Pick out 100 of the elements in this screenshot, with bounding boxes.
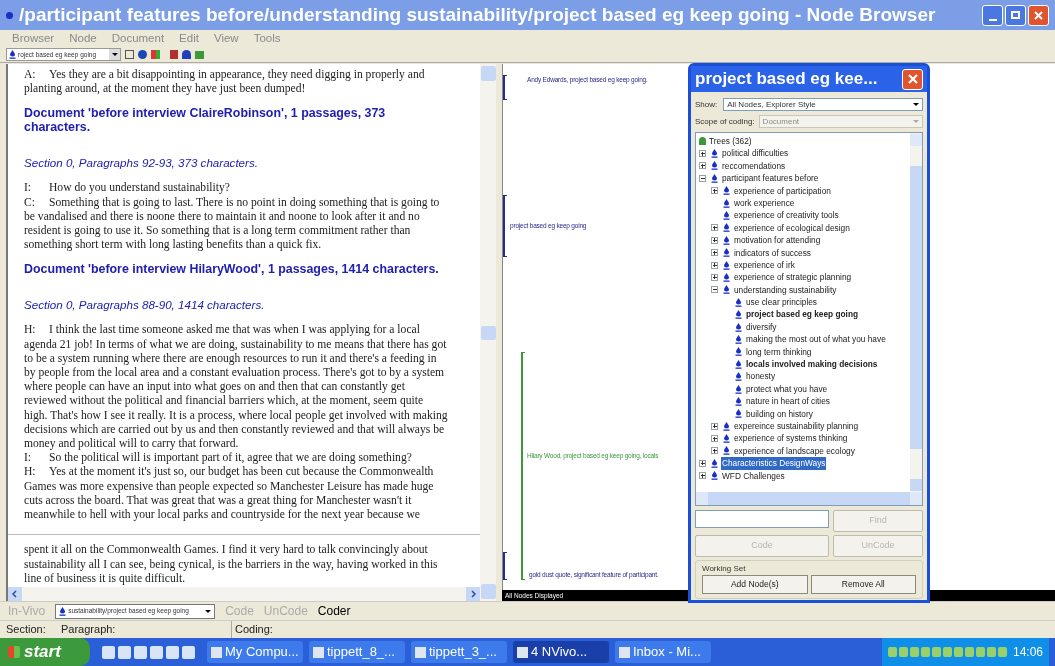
- find-field[interactable]: [695, 510, 829, 528]
- minimize-button[interactable]: [982, 4, 1003, 26]
- tree-item[interactable]: Characteristics DesignWays: [721, 457, 827, 470]
- tree-item[interactable]: experience of strategic planning: [733, 271, 853, 284]
- node-icon: [723, 186, 730, 196]
- tree-row[interactable]: expereince sustainability planning: [699, 420, 910, 433]
- working-set-button[interactable]: Add Node(s): [702, 575, 808, 594]
- tree-item[interactable]: political difficulties: [721, 147, 790, 160]
- expand-icon[interactable]: [699, 162, 706, 170]
- tree-item[interactable]: experience of systems thinking: [733, 432, 849, 445]
- tree-row[interactable]: experience of landscape ecology: [699, 444, 910, 458]
- expand-icon[interactable]: [711, 261, 718, 269]
- tree-item[interactable]: participant features before: [721, 172, 820, 185]
- tree-item[interactable]: making the most out of what you have: [745, 333, 887, 346]
- scroll-right-icon[interactable]: [466, 587, 480, 601]
- tree-row[interactable]: experience of irk: [699, 258, 910, 272]
- tree-row[interactable]: motivation for attending: [699, 234, 910, 247]
- tree-root[interactable]: Trees (362): [709, 135, 752, 148]
- dropdown-icon: [913, 103, 919, 106]
- tree-row[interactable]: WFD Challenges: [699, 469, 910, 482]
- expand-icon[interactable]: [711, 435, 718, 443]
- tree-row[interactable]: Characteristics DesignWays: [699, 457, 910, 470]
- tree-item[interactable]: understanding sustainability: [733, 283, 838, 297]
- tree-item[interactable]: work experience: [733, 196, 796, 210]
- tree-item[interactable]: locals involved making decisions: [745, 358, 879, 371]
- tree-row[interactable]: indicators of success: [699, 246, 910, 259]
- coder-button[interactable]: Coder: [317, 602, 351, 620]
- tree-row[interactable]: political difficulties: [699, 147, 910, 160]
- restore-button[interactable]: [1005, 4, 1026, 26]
- tree-row[interactable]: long term thinking: [699, 345, 910, 359]
- tree-item[interactable]: expereince sustainability planning: [733, 419, 860, 433]
- tree-item[interactable]: honesty: [745, 370, 777, 383]
- tree-row[interactable]: experience of creativity tools: [699, 209, 910, 222]
- tree-row[interactable]: project based eg keep going: [699, 308, 910, 321]
- taskbar-button[interactable]: My Compu...: [207, 641, 303, 663]
- tree-item[interactable]: indicators of success: [733, 246, 812, 259]
- tree-row[interactable]: understanding sustainability: [699, 283, 910, 297]
- tree-row[interactable]: honesty: [699, 370, 910, 383]
- tree-item[interactable]: project based eg keep going: [745, 308, 860, 321]
- expand-icon[interactable]: [711, 224, 718, 232]
- expand-icon[interactable]: [711, 187, 718, 195]
- vertical-scrollbar[interactable]: [480, 64, 496, 601]
- tree-item[interactable]: experience of ecological design: [733, 221, 851, 235]
- show-dropdown[interactable]: All Nodes, Explorer Style: [723, 98, 923, 111]
- tree-item[interactable]: long term thinking: [745, 345, 813, 359]
- scroll-thumb[interactable]: [910, 166, 922, 449]
- window-title: /participant features before/understanding sustainability/project based eg keep going - Node Browser: [19, 2, 937, 27]
- tree-item[interactable]: experience of irk: [733, 258, 796, 272]
- close-button[interactable]: [902, 68, 923, 90]
- status-label: Paragraph:: [61, 622, 117, 638]
- tree-item[interactable]: protect what you have: [745, 382, 829, 396]
- expand-icon[interactable]: [711, 274, 718, 281]
- tree-row[interactable]: nature in heart of cities: [699, 395, 910, 408]
- expand-icon[interactable]: [711, 249, 718, 257]
- taskbar-button[interactable]: tippett_3_...: [411, 641, 507, 663]
- tree-row[interactable]: protect what you have: [699, 382, 910, 396]
- expand-icon[interactable]: [711, 422, 718, 430]
- taskbar-button[interactable]: 4 NVivo...: [513, 641, 609, 663]
- node-icon: [735, 347, 742, 357]
- expand-icon[interactable]: [699, 459, 706, 467]
- start-button[interactable]: start: [0, 638, 90, 666]
- tree-row[interactable]: experience of ecological design: [699, 221, 910, 235]
- tree-item[interactable]: reccomendations: [721, 159, 787, 173]
- expand-icon[interactable]: [711, 447, 718, 455]
- status-label: Section:: [6, 622, 47, 638]
- tree-item[interactable]: motivation for attending: [733, 234, 822, 247]
- working-set-button[interactable]: Remove All: [810, 575, 916, 594]
- tree-item[interactable]: experience of participation: [733, 184, 832, 197]
- tree-row[interactable]: experience of participation: [699, 184, 910, 197]
- tree-row[interactable]: experience of strategic planning: [699, 271, 910, 284]
- tree-row[interactable]: building on history: [699, 407, 910, 420]
- collapse-icon[interactable]: [699, 174, 706, 182]
- expand-icon[interactable]: [699, 472, 706, 480]
- tree-item[interactable]: building on history: [745, 407, 814, 420]
- tree-row[interactable]: participant features before: [699, 172, 910, 185]
- tree-item[interactable]: diversify: [745, 320, 778, 334]
- tree-item[interactable]: experience of creativity tools: [733, 209, 840, 222]
- tree-row[interactable]: diversify: [699, 320, 910, 334]
- tree-item[interactable]: WFD Challenges: [721, 469, 786, 482]
- vertical-scrollbar[interactable]: [910, 133, 922, 492]
- taskbar-button[interactable]: tippett_8_...: [309, 641, 405, 663]
- tree-row[interactable]: making the most out of what you have: [699, 333, 910, 346]
- scope-label: Scope of coding:: [695, 115, 755, 128]
- tree-row[interactable]: use clear principles: [699, 296, 910, 309]
- expand-icon[interactable]: [699, 150, 706, 158]
- scroll-thumb[interactable]: [480, 325, 496, 340]
- dropdown-icon: [109, 49, 120, 60]
- scroll-left-icon[interactable]: [8, 587, 22, 601]
- tree-item[interactable]: experience of landscape ecology: [733, 444, 856, 458]
- expand-icon[interactable]: [711, 236, 718, 244]
- tree-item[interactable]: nature in heart of cities: [745, 395, 831, 408]
- tree-row[interactable]: locals involved making decisions: [699, 358, 910, 371]
- tree-item[interactable]: use clear principles: [745, 296, 819, 309]
- horizontal-scrollbar[interactable]: [8, 587, 480, 601]
- taskbar-button[interactable]: Inbox - Mi...: [615, 641, 711, 663]
- tree-row[interactable]: experience of systems thinking: [699, 432, 910, 445]
- tree-row[interactable]: reccomendations: [699, 159, 910, 173]
- close-button[interactable]: [1028, 4, 1049, 26]
- tree-row[interactable]: work experience: [699, 196, 910, 210]
- collapse-icon[interactable]: [711, 286, 718, 294]
